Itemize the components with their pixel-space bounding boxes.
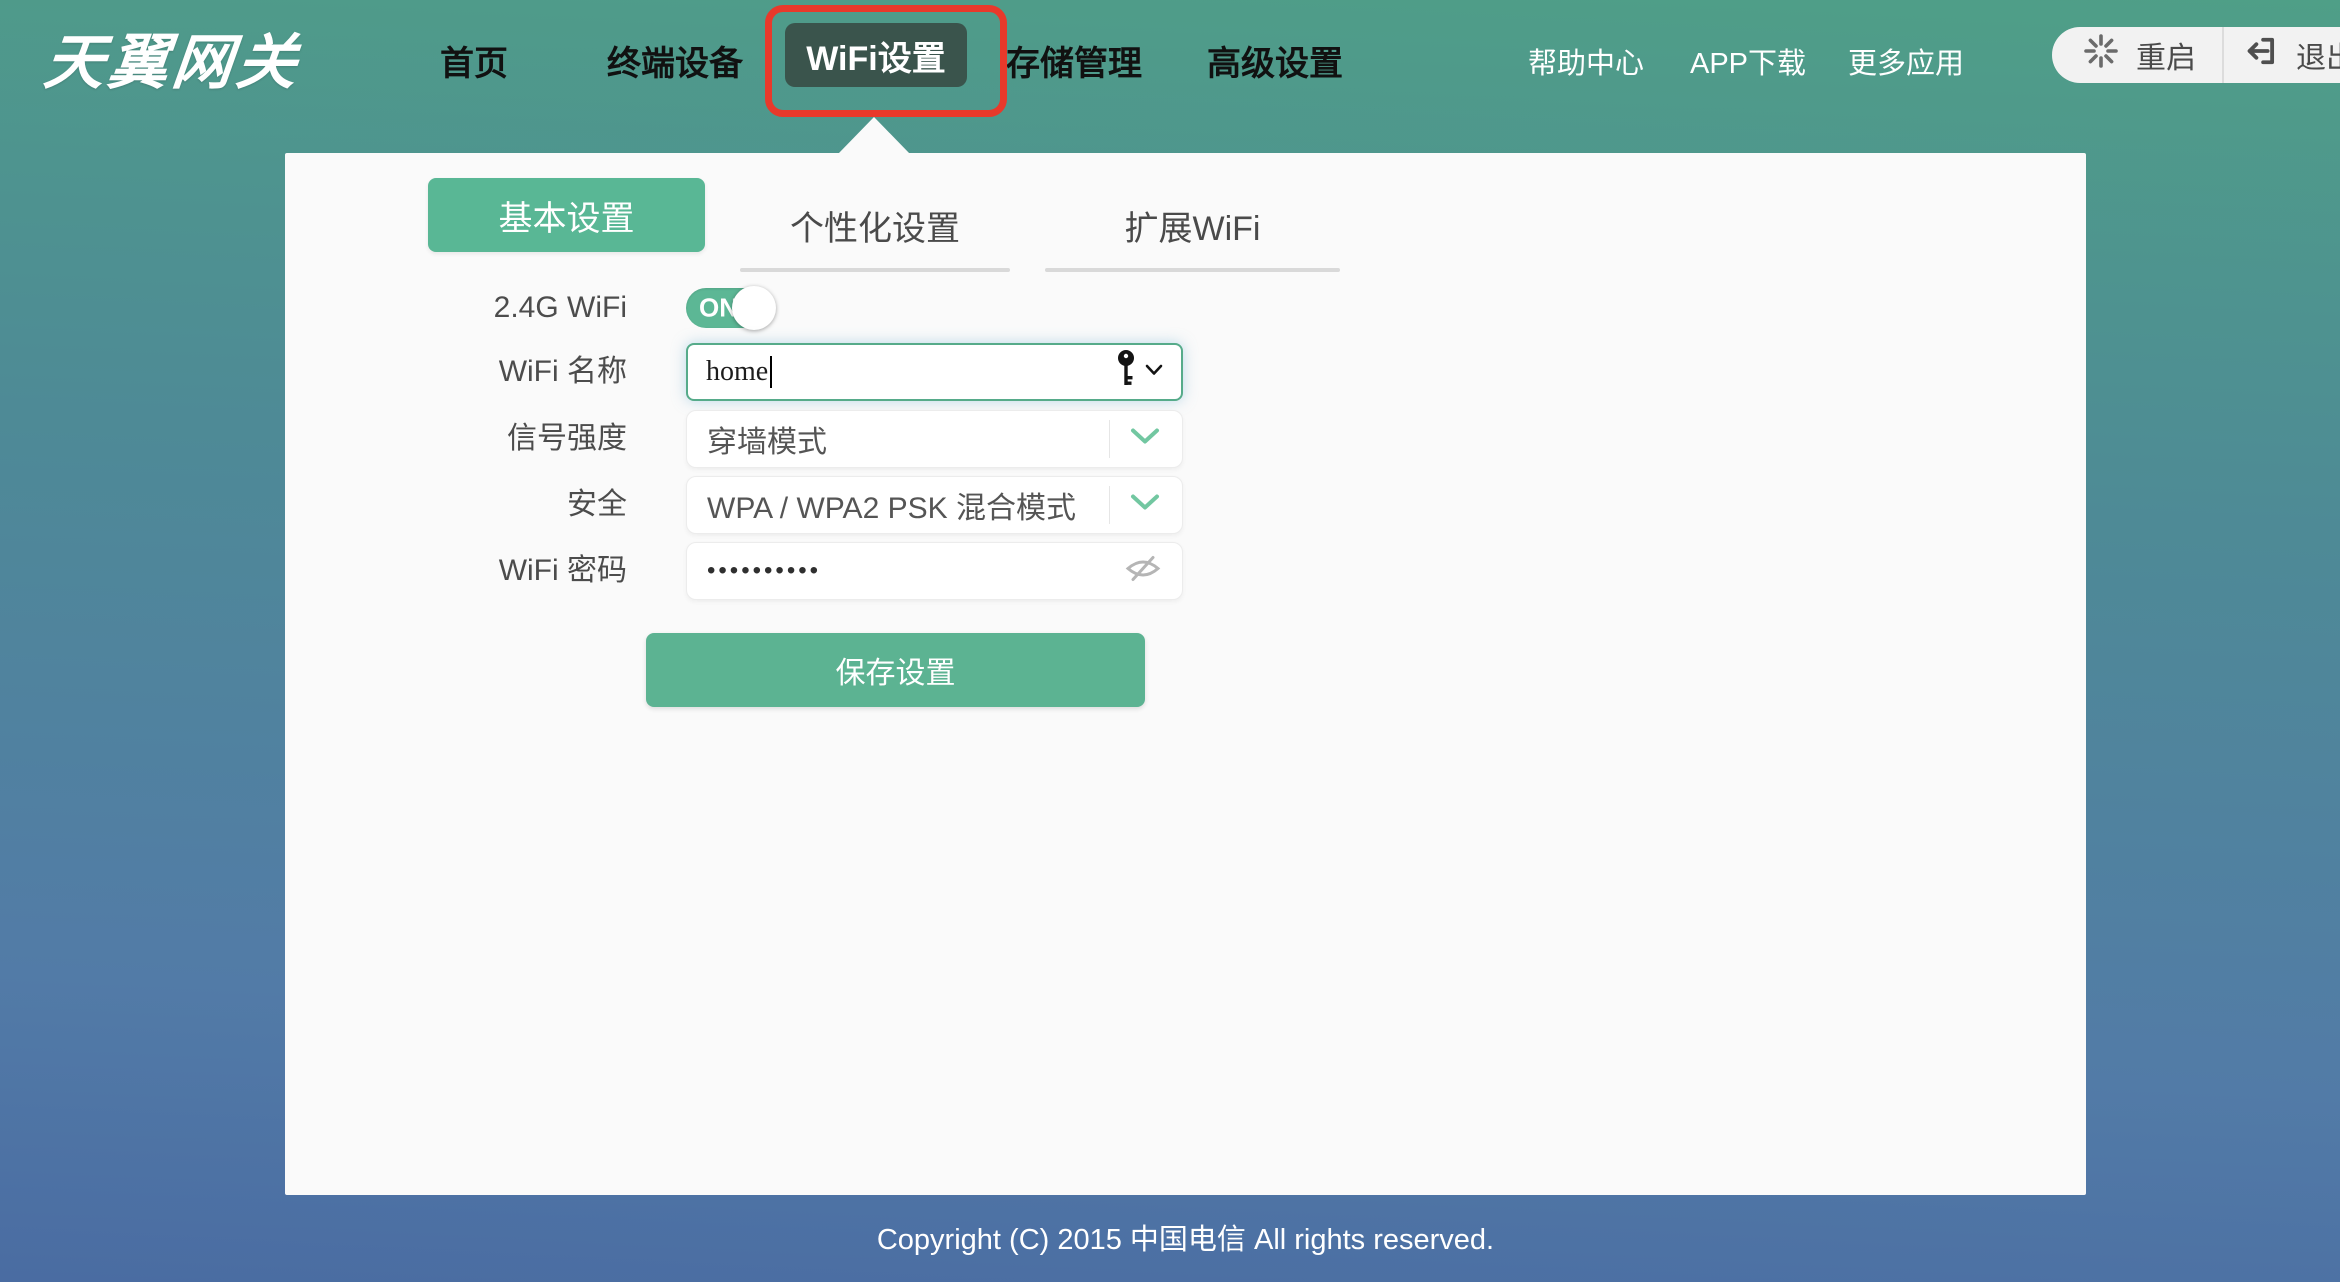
select-divider	[1109, 420, 1110, 458]
signal-strength-select[interactable]: 穿墙模式	[686, 410, 1183, 468]
wifi-name-input[interactable]: home	[686, 343, 1183, 401]
tab-bar: 基本设置 个性化设置 扩展WiFi	[428, 178, 1340, 272]
tab-personalization-label: 个性化设置	[740, 188, 1010, 262]
logout-button[interactable]: 退出	[2224, 27, 2340, 83]
session-controls: 重启 退出	[2052, 27, 2340, 83]
toggle-knob[interactable]	[732, 286, 776, 330]
wifi-password-masked-value: ••••••••••	[707, 542, 821, 600]
restart-label: 重启	[2136, 33, 2196, 77]
save-settings-button[interactable]: 保存设置	[646, 633, 1145, 707]
nav-item-storage-management[interactable]: 存储管理	[1006, 36, 1142, 85]
nav-item-wifi-settings[interactable]: WiFi设置	[785, 23, 967, 87]
tab-basic-settings[interactable]: 基本设置	[428, 178, 705, 252]
nav-item-advanced-settings[interactable]: 高级设置	[1207, 36, 1343, 85]
wifi-password-input[interactable]: ••••••••••	[686, 542, 1183, 600]
chevron-down-icon[interactable]	[1145, 363, 1163, 381]
logout-icon	[2244, 33, 2280, 77]
nav-item-help-center[interactable]: 帮助中心	[1528, 40, 1644, 82]
security-label: 安全	[285, 476, 627, 534]
text-cursor	[770, 356, 772, 388]
restart-button[interactable]: 重启	[2052, 27, 2222, 83]
wifi-name-value: home	[706, 356, 768, 388]
wifi-24g-label: 2.4G WiFi	[285, 287, 627, 329]
signal-strength-value: 穿墙模式	[707, 417, 827, 461]
logo: 天翼网关	[40, 14, 305, 101]
nav-item-home[interactable]: 首页	[440, 36, 508, 85]
wifi-settings-panel: 基本设置 个性化设置 扩展WiFi 2.4G WiFi ON WiFi 名称 h…	[285, 153, 2086, 1195]
spinner-icon	[2082, 32, 2120, 78]
wifi-name-label: WiFi 名称	[285, 343, 627, 401]
eye-slash-icon[interactable]	[1124, 554, 1162, 589]
nav-item-app-download[interactable]: APP下载	[1690, 40, 1806, 82]
nav-item-more-apps[interactable]: 更多应用	[1848, 40, 1964, 82]
page-background: 天翼网关 首页 终端设备 WiFi设置 存储管理 高级设置 帮助中心 APP下载…	[0, 0, 2340, 1282]
tab-extended-wifi[interactable]: 扩展WiFi	[1045, 178, 1340, 272]
tab-personalization[interactable]: 个性化设置	[740, 178, 1010, 272]
key-icon	[1115, 349, 1137, 396]
nav-item-terminal-devices[interactable]: 终端设备	[607, 36, 743, 85]
security-value: WPA / WPA2 PSK 混合模式	[707, 483, 1076, 527]
wifi-password-label: WiFi 密码	[285, 542, 627, 600]
chevron-down-icon[interactable]	[1130, 428, 1160, 451]
tab-extended-wifi-label: 扩展WiFi	[1045, 188, 1340, 262]
panel-pointer-arrow	[838, 117, 910, 154]
footer-copyright: Copyright (C) 2015 中国电信 All rights reser…	[285, 1216, 2086, 1258]
chevron-down-icon[interactable]	[1130, 494, 1160, 517]
wifi-24g-toggle[interactable]: ON	[686, 288, 774, 328]
logout-label: 退出	[2296, 33, 2340, 77]
select-divider	[1109, 486, 1110, 524]
security-select[interactable]: WPA / WPA2 PSK 混合模式	[686, 476, 1183, 534]
signal-strength-label: 信号强度	[285, 410, 627, 468]
